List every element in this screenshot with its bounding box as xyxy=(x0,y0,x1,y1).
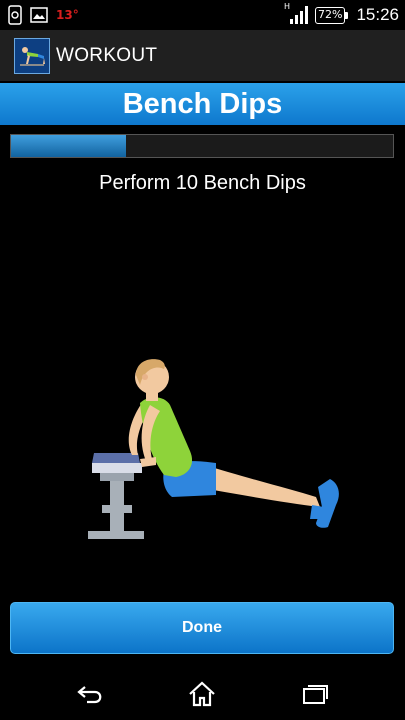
progress-bar-fill xyxy=(11,135,126,157)
network-type-text: H xyxy=(284,2,291,11)
signal-strength-icon: H xyxy=(284,2,310,25)
status-icons: H 72% 15:26 xyxy=(284,2,399,27)
app-title: WORKOUT xyxy=(56,44,158,66)
app-logo-icon[interactable] xyxy=(14,37,50,74)
temperature-text: 13° xyxy=(56,8,79,22)
back-arrow-icon xyxy=(77,686,102,704)
status-bar: 13° H 72% 15:26 xyxy=(0,0,405,30)
exercise-header: Bench Dips xyxy=(0,83,405,125)
exercise-instruction: Perform 10 Bench Dips xyxy=(99,172,306,194)
progress-bar xyxy=(10,134,394,158)
action-bar: WORKOUT xyxy=(0,30,405,81)
back-button[interactable] xyxy=(70,678,110,710)
done-button[interactable]: Done xyxy=(10,602,394,654)
recent-apps-button[interactable] xyxy=(295,678,335,710)
phone-sync-icon xyxy=(8,5,22,25)
notification-icons: 13° xyxy=(8,4,79,26)
exercise-title: Bench Dips xyxy=(122,87,283,120)
battery-icon: 72% xyxy=(315,6,349,24)
battery-percent: 72% xyxy=(315,6,346,24)
clock: 15:26 xyxy=(356,5,399,24)
home-icon xyxy=(189,681,215,707)
bench-graphic xyxy=(88,453,144,539)
done-button-label: Done xyxy=(182,619,222,636)
recent-apps-icon xyxy=(303,685,328,704)
gallery-icon xyxy=(30,7,48,23)
bench-dips-illustration xyxy=(80,355,350,550)
home-button[interactable] xyxy=(182,678,222,710)
navigation-bar xyxy=(0,668,405,720)
